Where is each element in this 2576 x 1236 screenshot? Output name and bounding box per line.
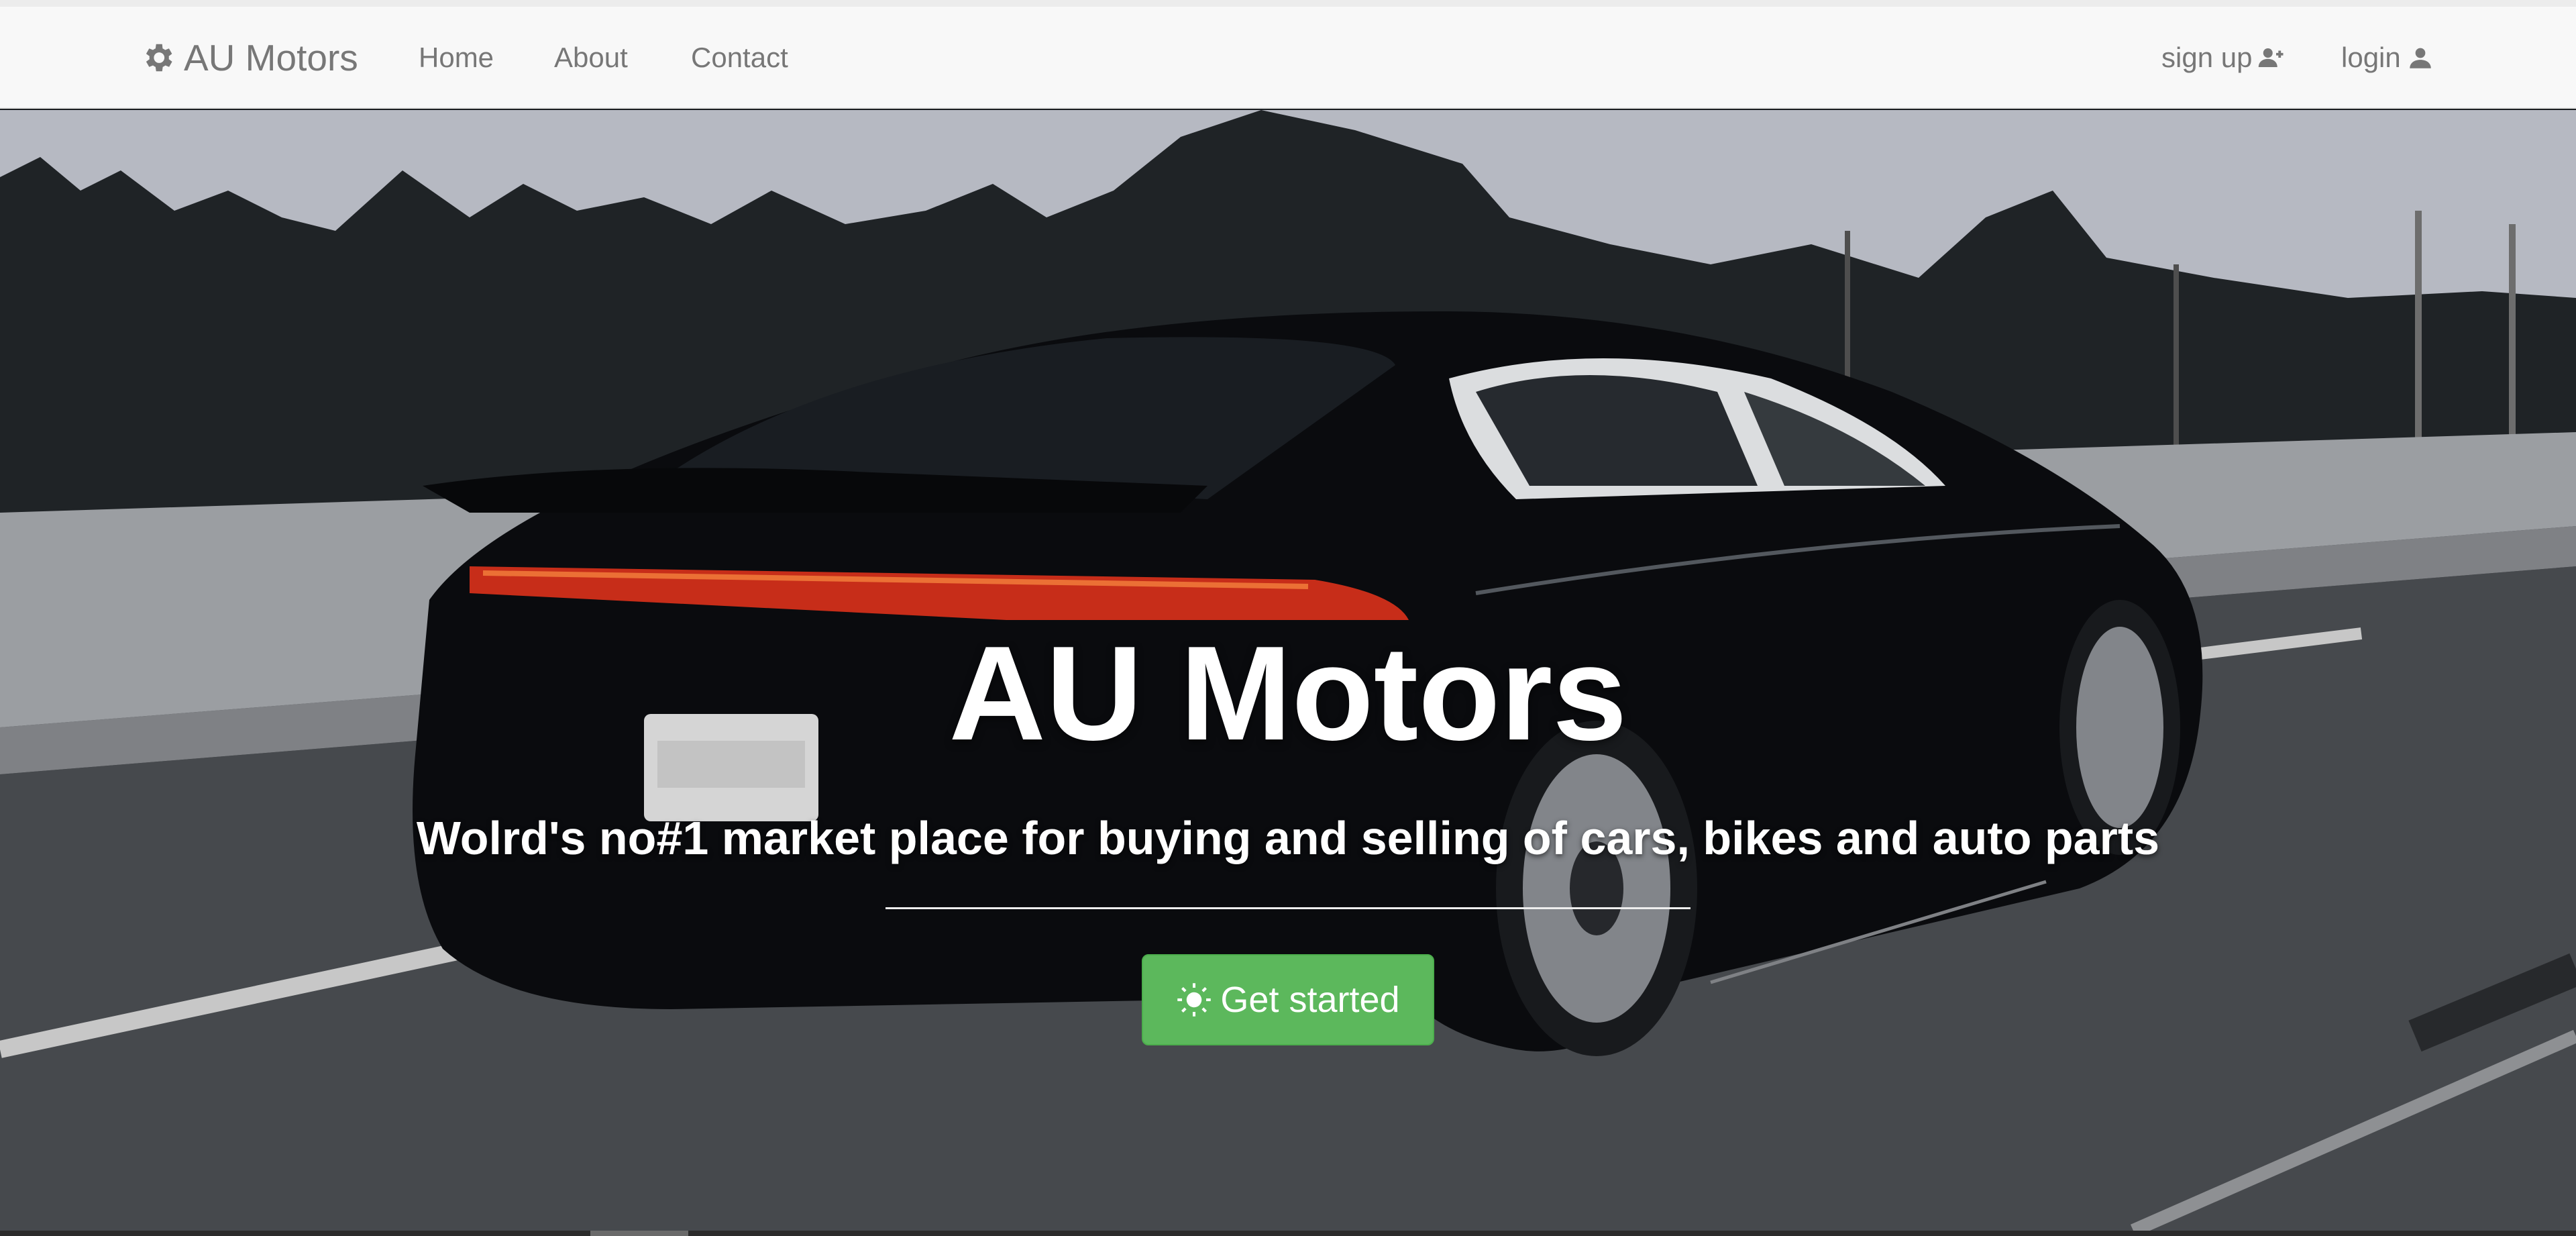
brand-link[interactable]: AU Motors xyxy=(140,7,358,109)
hero-section: AU Motors Wolrd's no#1 market place for … xyxy=(0,110,2576,1231)
hero-subtitle: Wolrd's no#1 market place for buying and… xyxy=(416,812,2160,864)
brand-name: AU Motors xyxy=(184,37,358,79)
get-started-button[interactable]: Get started xyxy=(1142,954,1434,1045)
nav-about-link[interactable]: About xyxy=(554,7,628,109)
signup-link[interactable]: sign up xyxy=(2161,7,2286,109)
login-label: login xyxy=(2341,42,2401,73)
hero-title: AU Motors xyxy=(949,619,1627,768)
user-icon xyxy=(2410,48,2431,68)
get-started-label: Get started xyxy=(1220,980,1400,1020)
user-plus-icon xyxy=(2259,48,2284,67)
signup-label: sign up xyxy=(2161,42,2253,73)
sun-icon xyxy=(1177,983,1212,1017)
nav-contact-link[interactable]: Contact xyxy=(691,7,788,109)
hero-divider xyxy=(885,907,1690,909)
scrollbar-thumb[interactable] xyxy=(590,1231,688,1236)
navbar: AU Motors Home About Contact sign up log… xyxy=(0,7,2576,109)
horizontal-scrollbar[interactable] xyxy=(0,1231,2576,1236)
login-link[interactable]: login xyxy=(2341,7,2434,109)
nav-home-link[interactable]: Home xyxy=(419,7,494,109)
gear-icon xyxy=(146,44,172,72)
